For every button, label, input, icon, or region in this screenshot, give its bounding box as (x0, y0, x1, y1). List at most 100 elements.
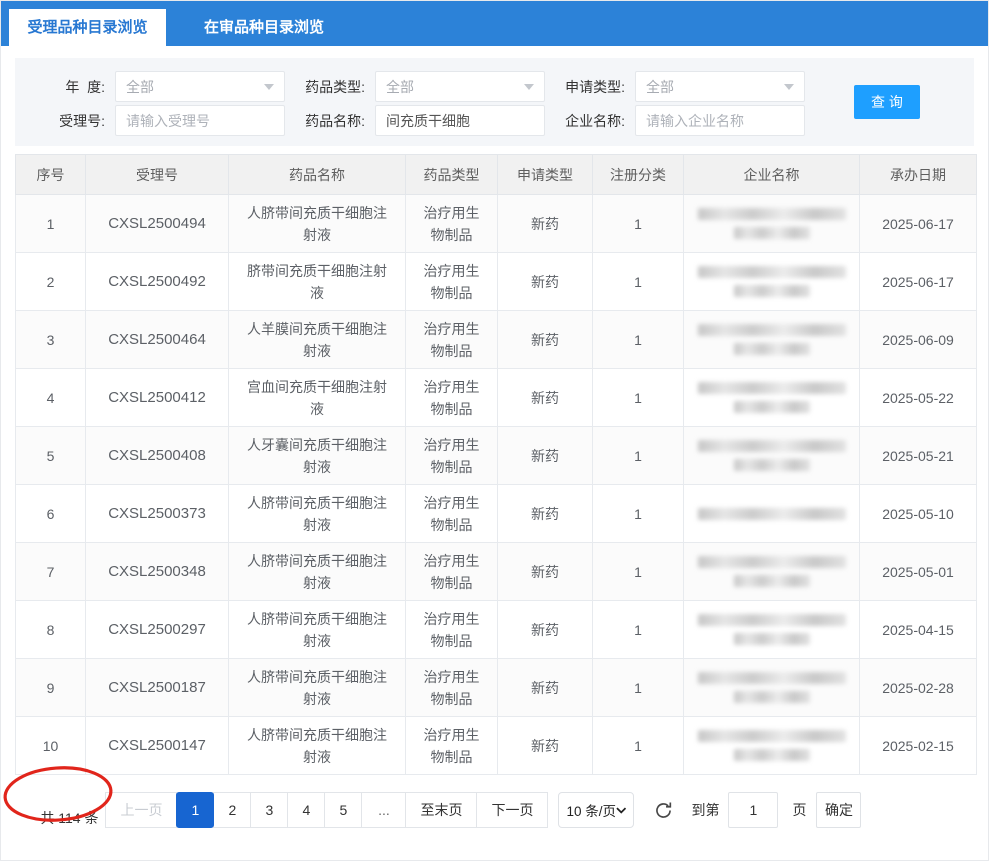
ellipsis-button[interactable]: ... (361, 792, 406, 828)
refresh-icon[interactable] (653, 799, 675, 821)
acceptance-no-cell: CXSL2500412 (86, 369, 229, 427)
page-button-2[interactable]: 2 (213, 792, 251, 828)
seq-cell: 10 (16, 717, 86, 775)
year-label: 年 度: (15, 77, 115, 97)
table-row: 6CXSL2500373人脐带间充质干细胞注射液治疗用生物制品新药12025-0… (16, 485, 977, 543)
column-header: 承办日期 (860, 155, 977, 195)
page-size-value: 10 条/页 (566, 800, 616, 820)
redaction-blur-bar (698, 324, 846, 336)
apply-type-cell: 新药 (498, 601, 593, 659)
chevron-down-icon (784, 84, 794, 90)
table-row: 5CXSL2500408人牙囊间充质干细胞注射液治疗用生物制品新药12025-0… (16, 427, 977, 485)
drug-name-cell: 人脐带间充质干细胞注射液 (229, 485, 406, 543)
redacted-company (692, 266, 851, 297)
last-page-button[interactable]: 至末页 (405, 792, 477, 828)
year-select[interactable]: 全部 (115, 71, 285, 102)
page-button-4[interactable]: 4 (287, 792, 325, 828)
date-cell: 2025-02-28 (860, 659, 977, 717)
apply-type-cell: 新药 (498, 253, 593, 311)
next-page-button[interactable]: 下一页 (476, 792, 548, 828)
redaction-blur-bar (698, 382, 846, 394)
company-cell (684, 601, 860, 659)
reg-class-cell: 1 (593, 601, 684, 659)
drug-name-cell: 人脐带间充质干细胞注射液 (229, 659, 406, 717)
apply-type-cell: 新药 (498, 195, 593, 253)
reg-class-cell: 1 (593, 369, 684, 427)
filter-drug-type: 药品类型: 全部 (285, 71, 545, 102)
redaction-blur-bar (698, 672, 846, 684)
redacted-company (692, 556, 851, 587)
drug-type-select-value: 全部 (386, 77, 414, 97)
reg-class-cell: 1 (593, 311, 684, 369)
chevron-down-icon (524, 84, 534, 90)
drug-type-cell: 治疗用生物制品 (406, 195, 498, 253)
drug-name-label: 药品名称: (285, 111, 375, 131)
date-cell: 2025-02-15 (860, 717, 977, 775)
acceptance-no-cell: CXSL2500494 (86, 195, 229, 253)
acceptance-no-cell: CXSL2500464 (86, 311, 229, 369)
apply-type-cell: 新药 (498, 717, 593, 775)
apply-type-cell: 新药 (498, 427, 593, 485)
column-header: 注册分类 (593, 155, 684, 195)
tab-under-review-catalog[interactable]: 在审品种目录浏览 (166, 9, 362, 46)
seq-cell: 3 (16, 311, 86, 369)
redaction-blur-bar (734, 401, 810, 413)
drug-type-cell: 治疗用生物制品 (406, 369, 498, 427)
drug-type-cell: 治疗用生物制品 (406, 717, 498, 775)
confirm-button[interactable]: 确定 (816, 792, 861, 828)
page-button-1[interactable]: 1 (176, 792, 214, 828)
column-header: 序号 (16, 155, 86, 195)
redaction-blur-bar (734, 749, 810, 761)
chevron-down-icon (264, 84, 274, 90)
search-button[interactable]: 查 询 (854, 85, 920, 119)
filter-company-name: 企业名称: (545, 105, 805, 136)
drug-name-input[interactable] (375, 105, 545, 136)
date-cell: 2025-05-01 (860, 543, 977, 601)
redaction-blur-bar (698, 440, 846, 452)
company-cell (684, 659, 860, 717)
apply-type-select[interactable]: 全部 (635, 71, 805, 102)
prev-page-button[interactable]: 上一页 (105, 792, 177, 828)
acceptance-no-label: 受理号: (15, 111, 115, 131)
drug-type-select[interactable]: 全部 (375, 71, 545, 102)
acceptance-no-cell: CXSL2500187 (86, 659, 229, 717)
seq-cell: 4 (16, 369, 86, 427)
drug-name-cell: 人羊膜间充质干细胞注射液 (229, 311, 406, 369)
reg-class-cell: 1 (593, 659, 684, 717)
redacted-company (692, 508, 851, 520)
company-cell (684, 427, 860, 485)
jump-page-input[interactable] (728, 792, 778, 828)
table-row: 7CXSL2500348人脐带间充质干细胞注射液治疗用生物制品新药12025-0… (16, 543, 977, 601)
company-cell (684, 543, 860, 601)
page-size-select[interactable]: 10 条/页 (558, 792, 634, 828)
company-cell (684, 195, 860, 253)
company-cell (684, 311, 860, 369)
company-cell (684, 369, 860, 427)
results-table: 序号受理号药品名称药品类型申请类型注册分类企业名称承办日期 1CXSL25004… (15, 154, 977, 775)
acceptance-no-cell: CXSL2500492 (86, 253, 229, 311)
page-button-5[interactable]: 5 (324, 792, 362, 828)
drug-type-cell: 治疗用生物制品 (406, 543, 498, 601)
redaction-blur-bar (734, 633, 810, 645)
filter-acceptance-no: 受理号: (15, 105, 285, 136)
page-button-3[interactable]: 3 (250, 792, 288, 828)
tab-accepted-catalog[interactable]: 受理品种目录浏览 (9, 9, 166, 46)
reg-class-cell: 1 (593, 195, 684, 253)
drug-name-cell: 脐带间充质干细胞注射液 (229, 253, 406, 311)
pagination-bar: 共 114 条 上一页 12345... 至末页 下一页 10 条/页 到第 页… (15, 792, 988, 828)
acceptance-no-input[interactable] (115, 105, 285, 136)
apply-type-cell: 新药 (498, 543, 593, 601)
apply-type-cell: 新药 (498, 485, 593, 543)
drug-type-cell: 治疗用生物制品 (406, 427, 498, 485)
app-window: 受理品种目录浏览 在审品种目录浏览 年 度: 全部 药品类型: 全部 申请类型: (0, 0, 989, 861)
redaction-blur-bar (734, 459, 810, 471)
acceptance-no-cell: CXSL2500373 (86, 485, 229, 543)
company-name-input[interactable] (635, 105, 805, 136)
seq-cell: 8 (16, 601, 86, 659)
drug-type-cell: 治疗用生物制品 (406, 659, 498, 717)
seq-cell: 5 (16, 427, 86, 485)
redaction-blur-bar (734, 691, 810, 703)
drug-name-cell: 宫血间充质干细胞注射液 (229, 369, 406, 427)
drug-type-cell: 治疗用生物制品 (406, 601, 498, 659)
date-cell: 2025-06-17 (860, 195, 977, 253)
